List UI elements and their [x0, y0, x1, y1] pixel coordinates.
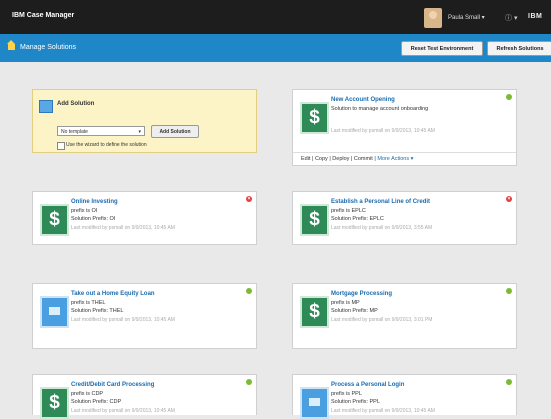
solution-prefix: Solution Prefix: EPLC	[331, 216, 384, 222]
solution-prefix-note: prefix is THEL	[71, 300, 106, 306]
solution-prefix: Solution Prefix: THEL	[71, 308, 124, 314]
home-icon[interactable]	[7, 40, 15, 50]
solution-action-links[interactable]: Edit | Copy | Deploy | Commit |	[301, 156, 376, 162]
status-ok-icon	[506, 379, 512, 385]
status-ok-icon	[246, 288, 252, 294]
help-menu-icon[interactable]: ⓘ ▾	[505, 13, 517, 23]
dollar-icon: $	[300, 204, 329, 236]
solution-prefix-note: prefix is EPLC	[331, 208, 366, 214]
wizard-checkbox[interactable]	[57, 142, 65, 150]
solution-modified: Last modified by psmall on 9/9/2013, 3:5…	[331, 225, 433, 231]
page-title: Manage Solutions	[20, 44, 77, 51]
solution-modified: Last modified by psmall on 9/9/2013, 10:…	[71, 317, 175, 323]
status-ok-icon	[246, 379, 252, 385]
app-title: IBM Case Manager	[12, 12, 75, 19]
template-select-value: No template	[61, 129, 88, 135]
wizard-checkbox-label: Use the wizard to define the solution	[66, 142, 147, 148]
solution-description: Solution to manage account onboarding	[331, 106, 429, 112]
dollar-icon: $	[40, 387, 69, 419]
chevron-down-icon: ▾	[138, 129, 141, 135]
solution-card[interactable]: $ Credit/Debit Card Processing prefix is…	[32, 374, 257, 419]
add-solution-title: Add Solution	[57, 101, 95, 107]
solution-modified: Last modified by psmall on 9/9/2013, 10:…	[331, 408, 435, 414]
solution-modified: Last modified by psmall on 9/9/2013, 10:…	[331, 128, 435, 134]
user-avatar[interactable]	[424, 8, 442, 28]
solution-actions: Edit | Copy | Deploy | Commit | More Act…	[293, 152, 516, 165]
status-error-icon: ×	[506, 196, 512, 202]
solution-title[interactable]: Online Investing	[71, 199, 118, 205]
solution-card-new-account-opening[interactable]: $ New Account Opening Solution to manage…	[292, 89, 517, 166]
top-bar: IBM Case Manager Paula Small ▾ ⓘ ▾ IBM	[0, 0, 551, 34]
user-menu[interactable]: Paula Small ▾	[448, 14, 485, 21]
solution-modified: Last modified by psmall on 9/9/2013, 10:…	[71, 408, 175, 414]
add-solution-button[interactable]: Add Solution	[151, 125, 199, 138]
solution-title[interactable]: Mortgage Processing	[331, 291, 392, 297]
add-solution-panel: Add Solution No template ▾ Add Solution …	[32, 89, 257, 153]
solution-title[interactable]: Process a Personal Login	[331, 382, 404, 388]
document-icon	[300, 387, 329, 419]
solution-title[interactable]: New Account Opening	[331, 97, 395, 103]
template-select[interactable]: No template ▾	[57, 126, 145, 136]
solution-prefix-note: prefix is OI	[71, 208, 98, 214]
solution-card[interactable]: $ Online Investing prefix is OI Solution…	[32, 191, 257, 245]
document-icon	[40, 296, 69, 328]
solution-card[interactable]: $ Establish a Personal Line of Credit pr…	[292, 191, 517, 245]
dollar-icon: $	[300, 296, 329, 328]
solution-prefix: Solution Prefix: MP	[331, 308, 378, 314]
solution-card[interactable]: $ Mortgage Processing prefix is MP Solut…	[292, 283, 517, 349]
dollar-icon: $	[300, 102, 329, 134]
solution-prefix: Solution Prefix: CDP	[71, 399, 122, 405]
status-ok-icon	[506, 288, 512, 294]
solution-prefix-note: prefix is PPL	[331, 391, 362, 397]
status-error-icon: ×	[246, 196, 252, 202]
refresh-solutions-button[interactable]: Refresh Solutions	[487, 41, 551, 56]
dollar-icon: $	[40, 204, 69, 236]
solution-card[interactable]: Take out a Home Equity Loan prefix is TH…	[32, 283, 257, 349]
page-header: Manage Solutions Reset Test Environment …	[0, 34, 551, 62]
ibm-logo: IBM	[528, 13, 543, 20]
reset-test-environment-button[interactable]: Reset Test Environment	[401, 41, 483, 56]
solution-title[interactable]: Establish a Personal Line of Credit	[331, 199, 430, 205]
solution-card[interactable]: Process a Personal Login prefix is PPL S…	[292, 374, 517, 419]
solution-modified: Last modified by psmall on 9/9/2013, 10:…	[71, 225, 175, 231]
solution-title[interactable]: Take out a Home Equity Loan	[71, 291, 155, 297]
solution-modified: Last modified by psmall on 9/9/2013, 3:0…	[331, 317, 433, 323]
add-solution-icon	[39, 100, 53, 113]
solution-prefix-note: prefix is MP	[331, 300, 360, 306]
solution-prefix: Solution Prefix: OI	[71, 216, 116, 222]
solution-prefix-note: prefix is CDP	[71, 391, 104, 397]
solution-title[interactable]: Credit/Debit Card Processing	[71, 382, 154, 388]
status-ok-icon	[506, 94, 512, 100]
solution-prefix: Solution Prefix: PPL	[331, 399, 380, 405]
more-actions-menu[interactable]: More Actions ▾	[377, 156, 413, 162]
